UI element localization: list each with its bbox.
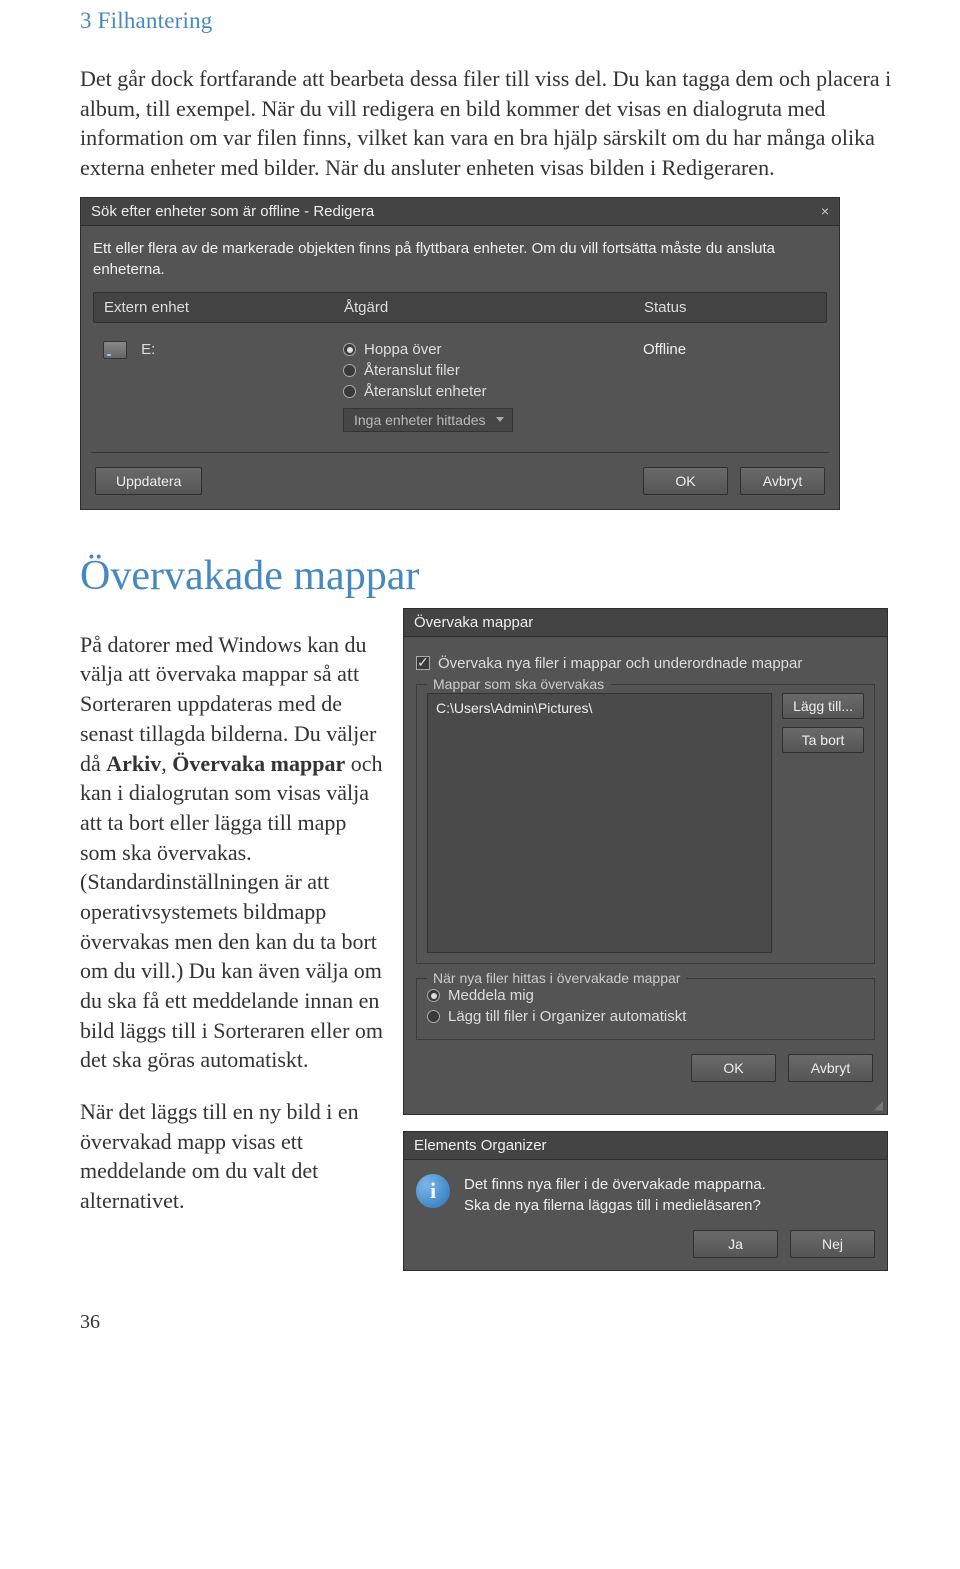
newfiles-fieldset: När nya filer hittas i övervakade mappar… — [416, 978, 875, 1040]
dialog-titlebar: Sök efter enheter som är offline - Redig… — [81, 198, 839, 226]
radio-label: Hoppa över — [364, 341, 442, 358]
folder-list[interactable]: C:\Users\Admin\Pictures\ — [427, 693, 772, 953]
radio-reconnect-devices[interactable]: Återanslut enheter — [343, 383, 603, 400]
checkbox-icon — [416, 656, 430, 670]
radio-icon — [427, 1010, 440, 1023]
dialog-titlebar: Elements Organizer — [404, 1132, 887, 1160]
no-button[interactable]: Nej — [790, 1230, 875, 1258]
info-text: Det finns nya filer i de övervakade mapp… — [464, 1174, 766, 1216]
section-title: Övervakade mappar — [80, 552, 920, 600]
add-button[interactable]: Lägg till... — [782, 693, 864, 719]
drive-letter: E: — [141, 341, 155, 358]
radio-icon — [427, 989, 440, 1002]
watch-checkbox[interactable]: Övervaka nya filer i mappar och underord… — [416, 655, 875, 672]
radio-icon — [343, 364, 356, 377]
radio-icon — [343, 385, 356, 398]
th-action: Åtgärd — [344, 299, 604, 316]
paragraph-2: På datorer med Windows kan du välja att … — [80, 630, 385, 1075]
device-combo[interactable]: Inga enheter hittades — [343, 408, 513, 432]
paragraph-3: När det läggs till en ny bild i en överv… — [80, 1097, 385, 1216]
dialog-title: Elements Organizer — [414, 1137, 547, 1154]
checkbox-label: Övervaka nya filer i mappar och underord… — [438, 655, 802, 672]
radio-auto-add[interactable]: Lägg till filer i Organizer automatiskt — [427, 1008, 864, 1025]
folder-path: C:\Users\Admin\Pictures\ — [436, 700, 592, 716]
table-row: E: Hoppa över Återanslut filer Återanslu… — [93, 331, 827, 442]
status-cell: Offline — [603, 341, 817, 432]
dialog-title: Sök efter enheter som är offline - Redig… — [91, 203, 374, 220]
cancel-button[interactable]: Avbryt — [740, 467, 825, 495]
cancel-button[interactable]: Avbryt — [788, 1054, 873, 1082]
info-icon: i — [416, 1174, 450, 1208]
radio-skip[interactable]: Hoppa över — [343, 341, 603, 358]
paragraph-1: Det går dock fortfarande att bearbeta de… — [80, 64, 920, 183]
info-dialog: Elements Organizer i Det finns nya filer… — [403, 1131, 888, 1271]
yes-button[interactable]: Ja — [693, 1230, 778, 1258]
th-device: Extern enhet — [104, 299, 344, 316]
radio-label: Lägg till filer i Organizer automatiskt — [448, 1008, 686, 1025]
drive-icon — [103, 341, 127, 359]
dialog-message: Ett eller flera av de markerade objekten… — [93, 238, 827, 280]
remove-button[interactable]: Ta bort — [782, 727, 864, 753]
fieldset-legend: När nya filer hittas i övervakade mappar — [427, 970, 686, 986]
ok-button[interactable]: OK — [691, 1054, 776, 1082]
radio-label: Återanslut enheter — [364, 383, 487, 400]
action-cell: Hoppa över Återanslut filer Återanslut e… — [343, 341, 603, 432]
drive-cell: E: — [103, 341, 343, 432]
close-icon[interactable]: × — [821, 203, 829, 219]
update-button[interactable]: Uppdatera — [95, 467, 202, 495]
table-header: Extern enhet Åtgärd Status — [93, 292, 827, 323]
offline-devices-dialog: Sök efter enheter som är offline - Redig… — [80, 197, 840, 510]
th-status: Status — [604, 299, 816, 316]
radio-label: Återanslut filer — [364, 362, 460, 379]
chapter-label: 3 Filhantering — [80, 8, 920, 34]
dialog-titlebar: Övervaka mappar — [404, 609, 887, 637]
ok-button[interactable]: OK — [643, 467, 728, 495]
radio-label: Meddela mig — [448, 987, 534, 1004]
fieldset-legend: Mappar som ska övervakas — [427, 676, 610, 692]
watch-folders-dialog: Övervaka mappar Övervaka nya filer i map… — [403, 608, 888, 1115]
radio-notify[interactable]: Meddela mig — [427, 987, 864, 1004]
radio-icon — [343, 343, 356, 356]
page-number: 36 — [80, 1311, 920, 1334]
folders-fieldset: Mappar som ska övervakas C:\Users\Admin\… — [416, 684, 875, 964]
dialog-title: Övervaka mappar — [414, 614, 533, 631]
resize-grip-icon[interactable]: ◢ — [404, 1096, 887, 1114]
radio-reconnect-files[interactable]: Återanslut filer — [343, 362, 603, 379]
